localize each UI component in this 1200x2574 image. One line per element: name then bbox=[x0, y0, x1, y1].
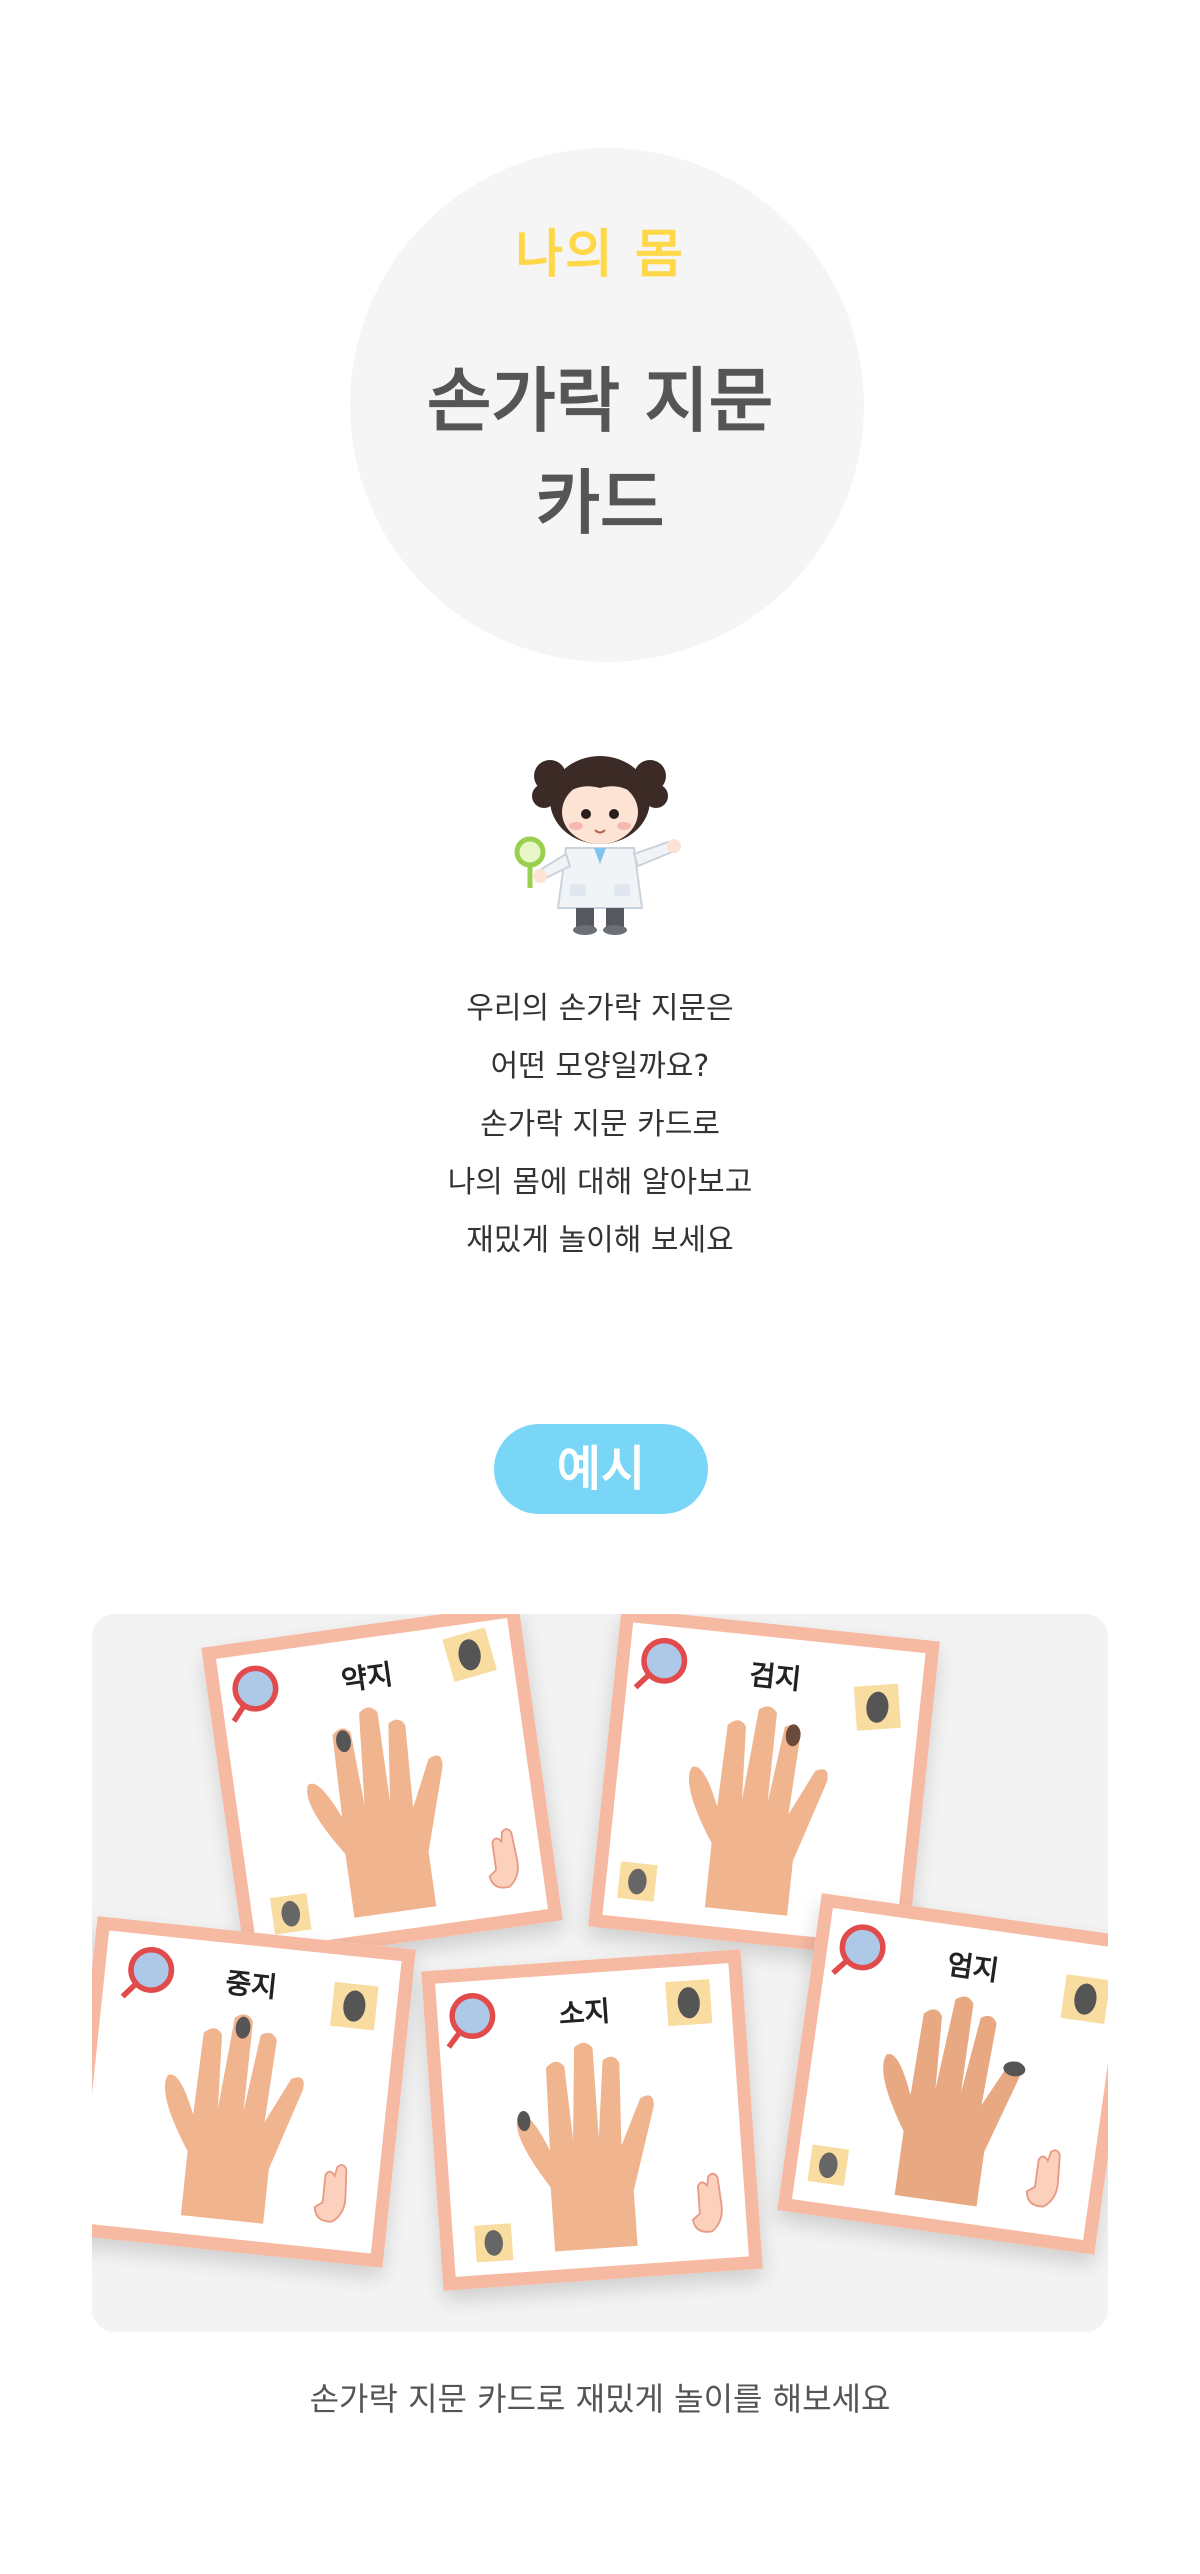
finger-card-little: 소지 bbox=[421, 1949, 763, 2291]
intro-line-3: 손가락 지문 카드로 bbox=[480, 1107, 720, 1142]
finger-card-ring: 약지 bbox=[201, 1614, 563, 1965]
scientist-mascot-illustration bbox=[514, 756, 681, 935]
finger-card-middle: 중지 bbox=[92, 1916, 416, 2268]
example-photo-panel: 약지 검지 중지 소지 엄지 bbox=[92, 1614, 1108, 2332]
page-title-line-2: 카드 bbox=[535, 462, 665, 544]
example-badge: 예시 bbox=[494, 1424, 708, 1514]
page-title-line-1: 손가락 지문 bbox=[426, 360, 774, 442]
intro-line-2: 어떤 모양일까요? bbox=[490, 1049, 710, 1084]
section-kicker: 나의 몸 bbox=[515, 225, 685, 285]
intro-text: 우리의 손가락 지문은 어떤 모양일까요? 손가락 지문 카드로 나의 몸에 대… bbox=[0, 980, 1200, 1270]
finger-card-thumb: 엄지 bbox=[777, 1893, 1108, 2255]
intro-line-5: 재밌게 놀이해 보세요 bbox=[466, 1223, 734, 1258]
example-caption: 손가락 지문 카드로 재밌게 놀이를 해보세요 bbox=[309, 2380, 891, 2418]
page-title: 손가락 지문 카드 bbox=[0, 350, 1200, 554]
intro-line-4: 나의 몸에 대해 알아보고 bbox=[447, 1165, 753, 1200]
intro-line-1: 우리의 손가락 지문은 bbox=[466, 991, 734, 1026]
